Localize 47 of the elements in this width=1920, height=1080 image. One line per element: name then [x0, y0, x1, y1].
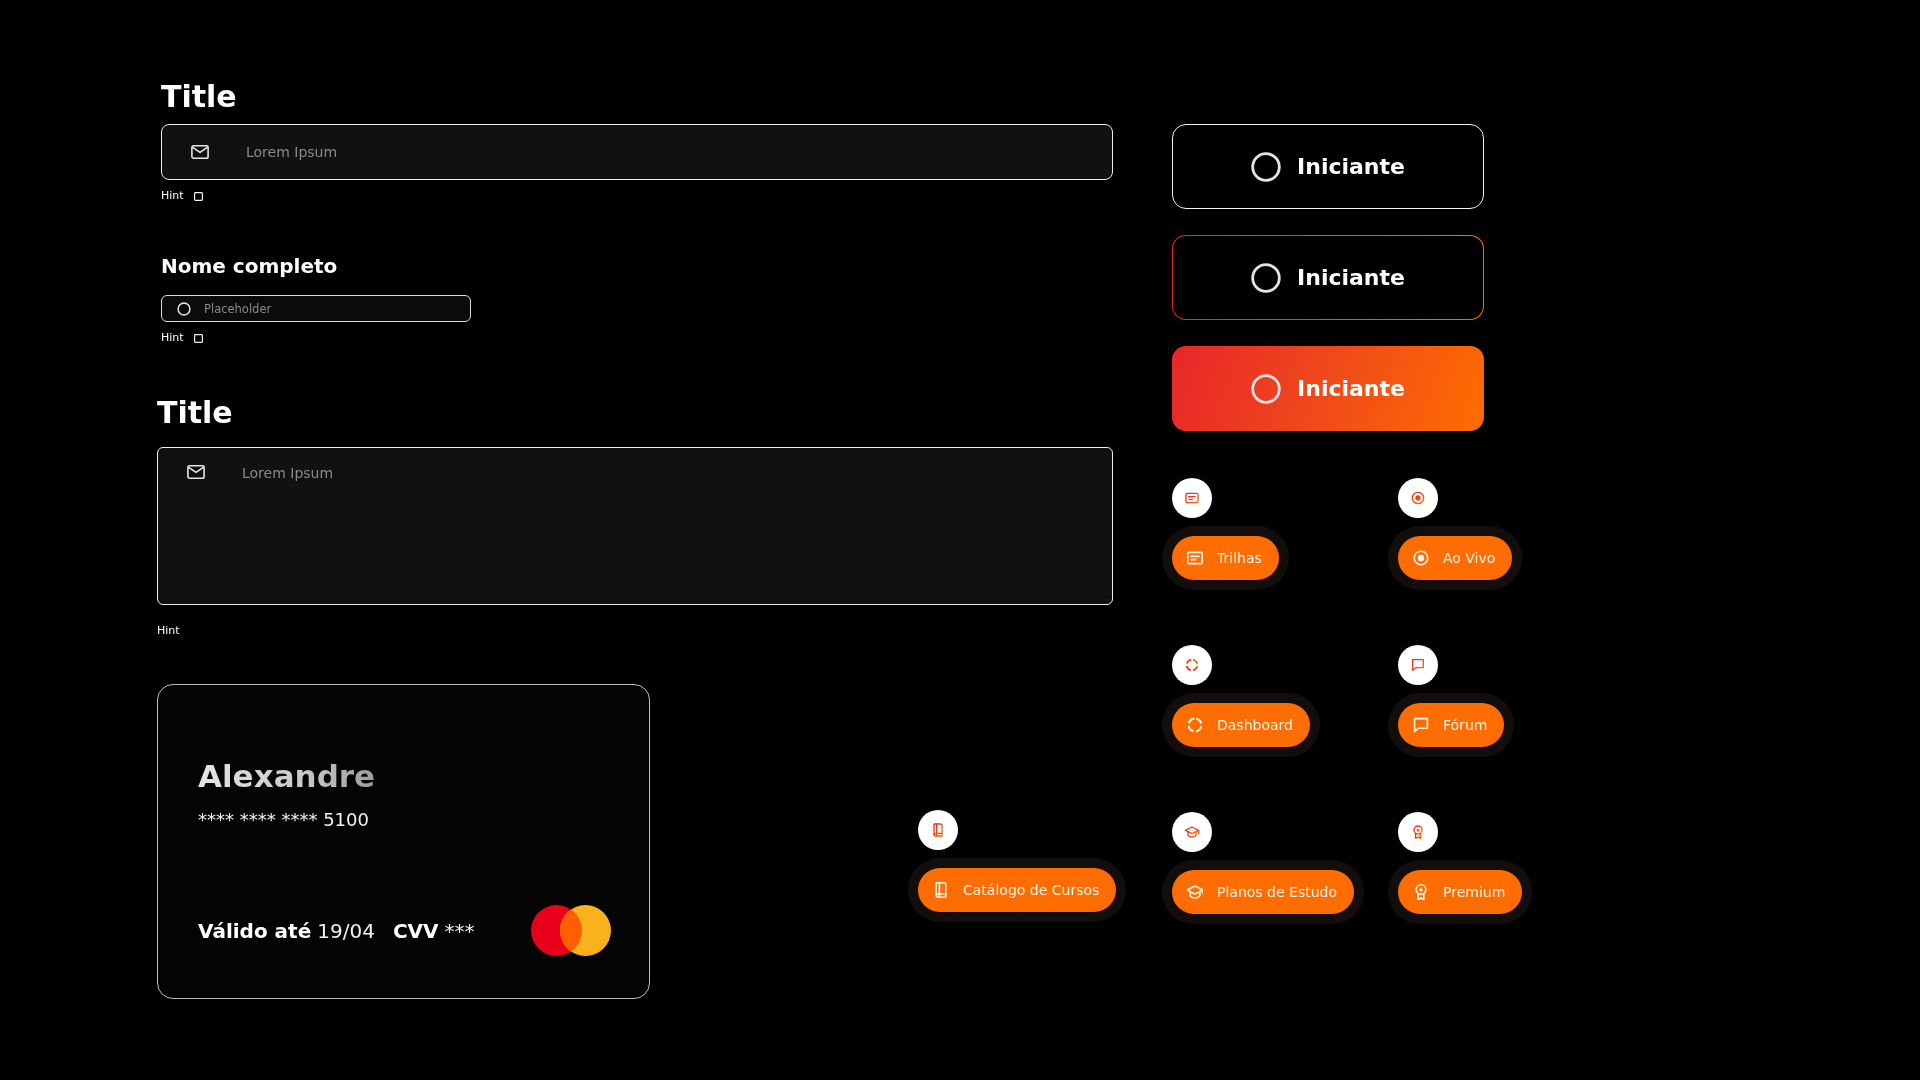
nav-button[interactable]: Trilhas: [1172, 536, 1279, 580]
circle-icon: [1251, 262, 1282, 293]
medal-icon: [1413, 884, 1429, 900]
field-title: Title: [157, 394, 233, 432]
nav-button[interactable]: Dashboard: [1172, 703, 1310, 747]
field-title: Title: [161, 78, 237, 116]
expiry-label: Válido até: [198, 917, 312, 945]
hint-text: Hint: [161, 188, 184, 204]
field-title: Nome completo: [161, 253, 338, 279]
book-icon: [918, 810, 958, 850]
hint-text: Hint: [157, 623, 180, 639]
record-icon: [1413, 550, 1429, 566]
card-number: **** **** **** 5100: [198, 808, 369, 832]
graduation-cap-icon: [1172, 812, 1212, 852]
level-button[interactable]: Iniciante: [1172, 235, 1484, 320]
nav-button[interactable]: Catálogo de Cursos: [918, 868, 1117, 912]
level-button[interactable]: Iniciante: [1172, 124, 1484, 209]
cvv-label: CVV: [392, 917, 439, 945]
chat-bubble-icon: [1413, 717, 1429, 733]
segmented-ring-icon: [1172, 645, 1212, 685]
record-icon: [1398, 478, 1438, 518]
overlapping-circles-icon: [531, 905, 611, 956]
mail-icon: [191, 143, 209, 161]
level-button[interactable]: Iniciante: [1172, 346, 1484, 431]
graduation-cap-icon: [1187, 884, 1203, 900]
input-field[interactable]: Lorem Ipsum: [161, 124, 1113, 180]
circle-icon: [177, 301, 191, 316]
nav-button[interactable]: Premium: [1398, 870, 1523, 914]
circle-icon: [1251, 151, 1282, 182]
square-icon: [193, 333, 203, 343]
text-area-field[interactable]: Lorem Ipsum: [157, 447, 1113, 605]
expiry-date: 19/04: [317, 917, 375, 945]
nav-button[interactable]: Planos de Estudo: [1172, 870, 1354, 914]
input-field[interactable]: Placeholder: [161, 295, 471, 322]
chat-bubble-icon: [1398, 645, 1438, 685]
book-icon: [933, 882, 949, 898]
nav-button[interactable]: Fórum: [1398, 703, 1505, 747]
cvv-value: ***: [444, 917, 475, 945]
nav-button[interactable]: Ao Vivo: [1398, 536, 1513, 580]
segmented-ring-icon: [1187, 717, 1203, 733]
mail-icon: [187, 463, 205, 481]
text-panel-icon: [1187, 550, 1203, 566]
text-panel-icon: [1172, 478, 1212, 518]
medal-icon: [1398, 812, 1438, 852]
hint-text: Hint: [161, 330, 184, 346]
square-icon: [193, 191, 203, 201]
circle-icon: [1251, 373, 1282, 404]
